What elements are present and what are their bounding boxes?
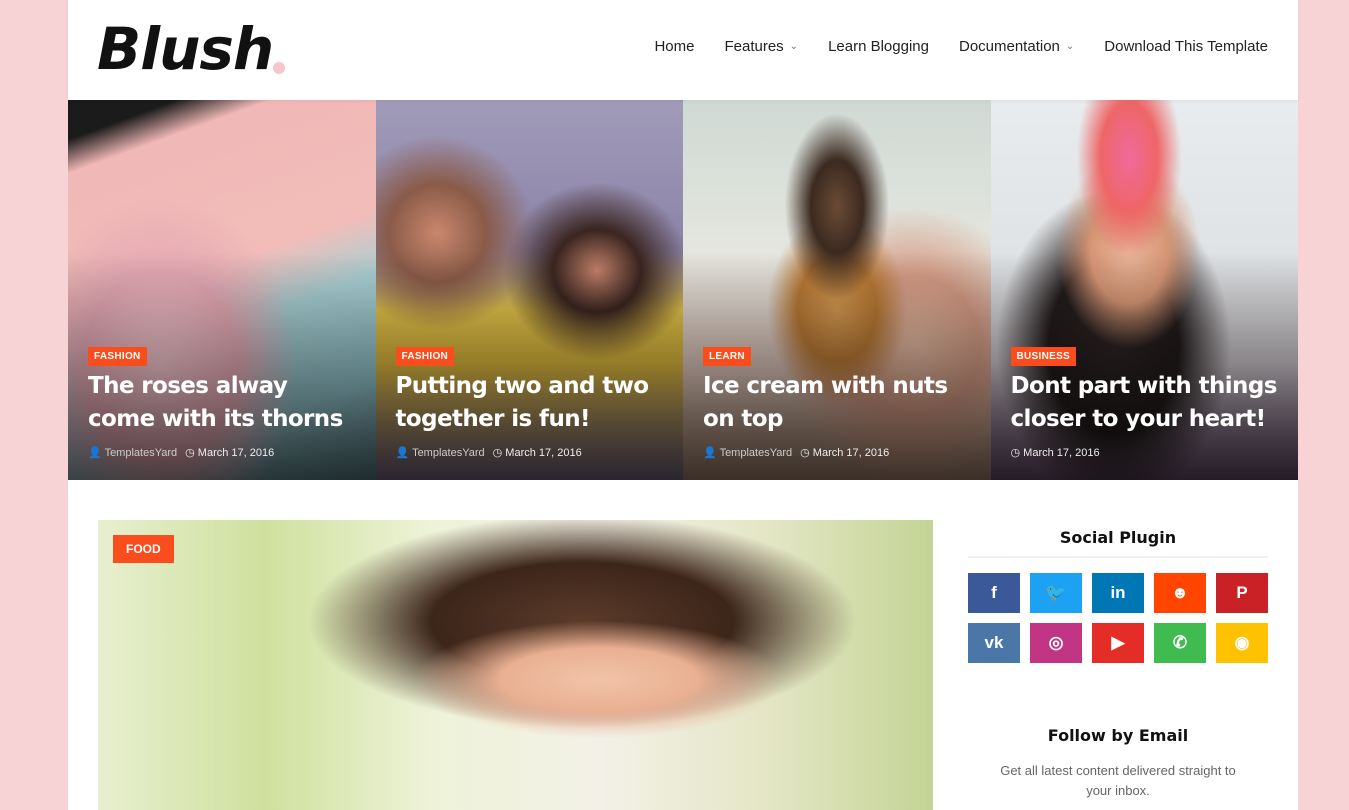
category-badge[interactable]: FASHION: [395, 347, 455, 366]
whatsapp-button[interactable]: ✆: [1154, 623, 1206, 663]
instagram-button[interactable]: ◎: [1030, 623, 1082, 663]
category-badge[interactable]: FASHION: [88, 347, 147, 366]
clock-icon: ◷: [1010, 447, 1021, 459]
linkedin-button[interactable]: in: [1092, 573, 1144, 613]
reddit-icon: ☻: [1171, 583, 1189, 602]
rss-icon: ◉: [1234, 633, 1250, 652]
post-title[interactable]: Dont part with things closer to your hea…: [1011, 370, 1279, 436]
author-name: TemplatesYard: [412, 447, 485, 459]
post-author[interactable]: 👤 TemplatesYard: [396, 446, 485, 459]
nav-features[interactable]: Features ⌄: [724, 38, 798, 55]
date-text: March 17, 2016: [197, 447, 275, 459]
clock-icon: ◷: [492, 447, 503, 459]
nav-download-template[interactable]: Download This Template: [1104, 38, 1268, 55]
category-badge[interactable]: FOOD: [113, 535, 174, 563]
post-meta: 👤 TemplatesYard ◷ March 17, 2016: [88, 446, 274, 459]
post-title[interactable]: Ice cream with nuts on top: [703, 370, 971, 436]
author-name: TemplatesYard: [104, 447, 178, 459]
follow-by-email-description: Get all latest content delivered straigh…: [1000, 763, 1236, 798]
featured-post[interactable]: FASHION The roses alway come with its th…: [68, 100, 376, 480]
post-author[interactable]: 👤 TemplatesYard: [88, 446, 177, 459]
post-date: ◷ March 17, 2016: [800, 446, 889, 459]
nav-features-label: Features: [724, 38, 784, 55]
follow-by-email-title: Follow by Email: [1047, 726, 1189, 745]
user-icon: 👤: [703, 447, 717, 459]
nav-learn-blogging-label: Learn Blogging: [828, 38, 929, 55]
category-badge[interactable]: LEARN: [703, 347, 751, 366]
pinterest-button[interactable]: P: [1216, 573, 1268, 613]
date-text: March 17, 2016: [1023, 447, 1100, 459]
social-plugin-title: Social Plugin: [968, 528, 1268, 558]
main-nav: Home Features ⌄ Learn Blogging Documentat…: [654, 38, 1268, 55]
featured-post[interactable]: LEARN Ice cream with nuts on top 👤 Templ…: [683, 100, 991, 480]
featured-post[interactable]: FASHION Putting two and two together is …: [375, 100, 683, 480]
user-icon: 👤: [395, 447, 410, 459]
twitter-button[interactable]: 🐦: [1030, 573, 1082, 613]
nav-home-label: Home: [654, 38, 695, 55]
logo-dot: [273, 62, 285, 74]
nav-documentation-label: Documentation: [958, 38, 1060, 55]
chevron-down-icon: ⌄: [1065, 41, 1075, 52]
post-date: ◷ March 17, 2016: [1011, 446, 1100, 459]
post-title[interactable]: The roses alway come with its thorns: [88, 370, 356, 436]
youtube-button[interactable]: ▶: [1092, 623, 1144, 663]
site-header: Blush Home Features ⌄ Learn Blogging Docu…: [68, 0, 1298, 100]
post-meta: ◷ March 17, 2016: [1011, 446, 1100, 459]
clock-icon: ◷: [800, 447, 810, 459]
post-title[interactable]: Putting two and two together is fun!: [396, 370, 664, 436]
post-meta: 👤 TemplatesYard ◷ March 17, 2016: [703, 446, 889, 459]
nav-download-template-label: Download This Template: [1104, 38, 1268, 55]
chevron-down-icon: ⌄: [789, 41, 799, 52]
linkedin-icon: in: [1110, 583, 1126, 602]
vk-icon: vk: [984, 633, 1004, 652]
date-text: March 17, 2016: [812, 447, 890, 459]
reddit-button[interactable]: ☻: [1154, 573, 1206, 613]
date-text: March 17, 2016: [505, 447, 582, 459]
pinterest-icon: P: [1236, 583, 1248, 602]
nav-home[interactable]: Home: [654, 38, 694, 55]
nav-learn-blogging[interactable]: Learn Blogging: [828, 38, 929, 55]
site-logo[interactable]: Blush: [97, 16, 274, 82]
featured-post[interactable]: BUSINESS Dont part with things closer to…: [990, 100, 1298, 480]
post-author[interactable]: 👤 TemplatesYard: [703, 446, 792, 459]
page: Blush Home Features ⌄ Learn Blogging Docu…: [68, 0, 1298, 810]
sidebar: Social Plugin f 🐦 in ☻ P vk ◎ ▶ ✆ ◉ Foll…: [968, 520, 1268, 801]
nav-documentation[interactable]: Documentation ⌄: [959, 38, 1074, 55]
twitter-icon: 🐦: [1045, 583, 1067, 602]
user-icon: 👤: [88, 447, 102, 459]
facebook-button[interactable]: f: [968, 573, 1020, 613]
main-post[interactable]: FOOD: [98, 520, 933, 810]
author-name: TemplatesYard: [719, 447, 793, 459]
post-meta: 👤 TemplatesYard ◷ March 17, 2016: [396, 446, 582, 459]
whatsapp-icon: ✆: [1172, 633, 1188, 652]
social-icons-grid: f 🐦 in ☻ P vk ◎ ▶ ✆ ◉: [968, 573, 1268, 663]
instagram-icon: ◎: [1048, 633, 1064, 652]
post-date: ◷ March 17, 2016: [185, 446, 274, 459]
category-badge[interactable]: BUSINESS: [1010, 347, 1077, 366]
main-post-image: [98, 520, 933, 810]
vk-button[interactable]: vk: [968, 623, 1020, 663]
rss-button[interactable]: ◉: [1216, 623, 1268, 663]
post-date: ◷ March 17, 2016: [493, 446, 582, 459]
clock-icon: ◷: [185, 447, 195, 459]
youtube-icon: ▶: [1111, 633, 1125, 652]
featured-posts: FASHION The roses alway come with its th…: [68, 100, 1298, 480]
facebook-icon: f: [991, 583, 997, 602]
